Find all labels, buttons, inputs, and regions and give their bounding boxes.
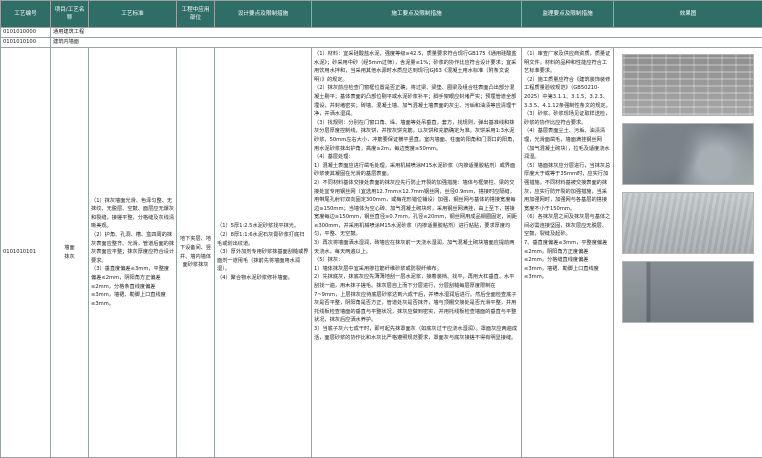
row-item: 墙面 抹灰 — [51, 48, 89, 458]
brick-wall-photo — [622, 54, 754, 116]
header-supervision: 监理要点及限制措施 — [522, 1, 614, 28]
row-construction: （1）材料：宜采硅酸盐水泥，强度等级≥42.5，质量要求符合现行GB175《通用… — [312, 48, 522, 458]
section-name: 通用建筑工程 — [51, 28, 762, 38]
row-standard: （1）抹灰墙面光滑、色泽匀整、无抹纹、无脱层、空鼓、面层应无爆灰和裂缝，接槎平整… — [89, 48, 177, 458]
row-code: 0101010101 — [1, 48, 51, 458]
section-row: 0101010100 建筑内墙面 — [1, 38, 762, 48]
process-standard-table: 工艺编号 项目/工艺名称 工艺标准 工程中应用部位 设计要点及限制措施 施工要点… — [0, 0, 762, 458]
plaster-wall-photo — [622, 123, 754, 185]
header-code: 工艺编号 — [1, 1, 51, 28]
header-node: 工程中应用部位 — [177, 1, 215, 28]
header-row: 工艺编号 项目/工艺名称 工艺标准 工程中应用部位 设计要点及限制措施 施工要点… — [1, 1, 762, 28]
table-row: 0101010101 墙面 抹灰 （1）抹灰墙面光滑、色泽匀整、无抹纹、无脱层、… — [1, 48, 762, 458]
row-node: 地下夹层、地下设备间、竖井、墙内墙体面砂浆抹灰 — [177, 48, 215, 458]
row-supervision: （1）审查厂家及供应商资质，质量证明文件，材料的品种和性能应符合工艺标准要求。 … — [522, 48, 614, 458]
section-row: 0101010000 通用建筑工程 — [1, 28, 762, 38]
corner-wall-photo — [622, 261, 754, 323]
row-design: （1）5厚1:2.5水泥砂浆找平抹光。 （2）8厚1:1:6水泥石灰膏砂浆打底扫… — [215, 48, 312, 458]
effect-images — [614, 48, 762, 458]
header-construction: 施工要点及限制措施 — [312, 1, 522, 28]
section-name: 建筑内墙面 — [51, 38, 762, 48]
header-design: 设计要点及限制措施 — [215, 1, 312, 28]
finished-wall-photo — [622, 192, 754, 254]
header-standard: 工艺标准 — [89, 1, 177, 28]
header-item: 项目/工艺名称 — [51, 1, 89, 28]
header-effect: 效果图 — [614, 1, 762, 28]
section-code: 0101010000 — [1, 28, 51, 38]
section-code: 0101010100 — [1, 38, 51, 48]
